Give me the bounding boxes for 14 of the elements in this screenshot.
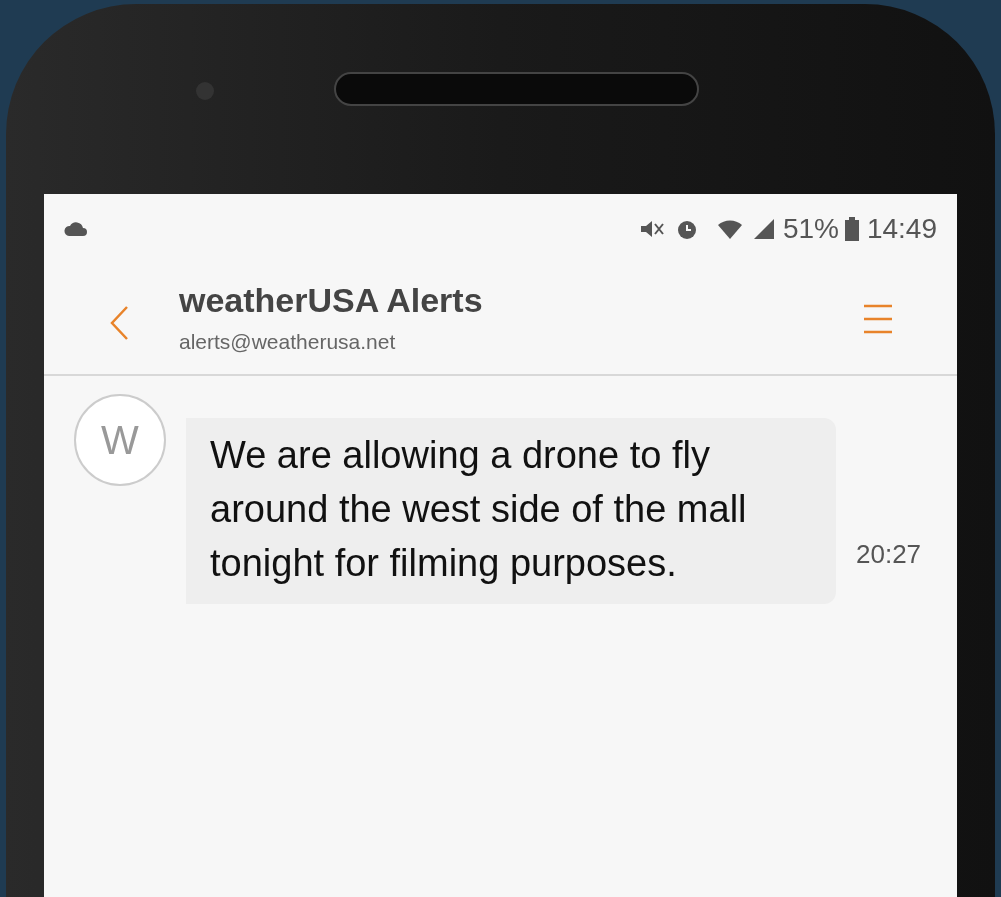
signal-icon bbox=[752, 218, 775, 240]
battery-icon bbox=[844, 217, 859, 241]
message-time: 20:27 bbox=[856, 538, 922, 571]
back-icon[interactable] bbox=[109, 305, 129, 341]
battery-percent: 51% bbox=[782, 212, 839, 246]
message-bubble: We are allowing a drone to fly around the west side of the mall tonight for filming purposes. bbox=[186, 418, 836, 604]
clock: 14:49 bbox=[866, 212, 937, 246]
cloud-icon bbox=[64, 222, 88, 236]
avatar: W bbox=[74, 394, 166, 486]
sender-name: weatherUSA Alerts bbox=[179, 280, 484, 321]
sender-email: alerts@weatherusa.net bbox=[179, 329, 397, 356]
mute-icon bbox=[638, 218, 665, 240]
wifi-icon bbox=[716, 218, 743, 240]
menu-icon[interactable] bbox=[864, 304, 892, 334]
